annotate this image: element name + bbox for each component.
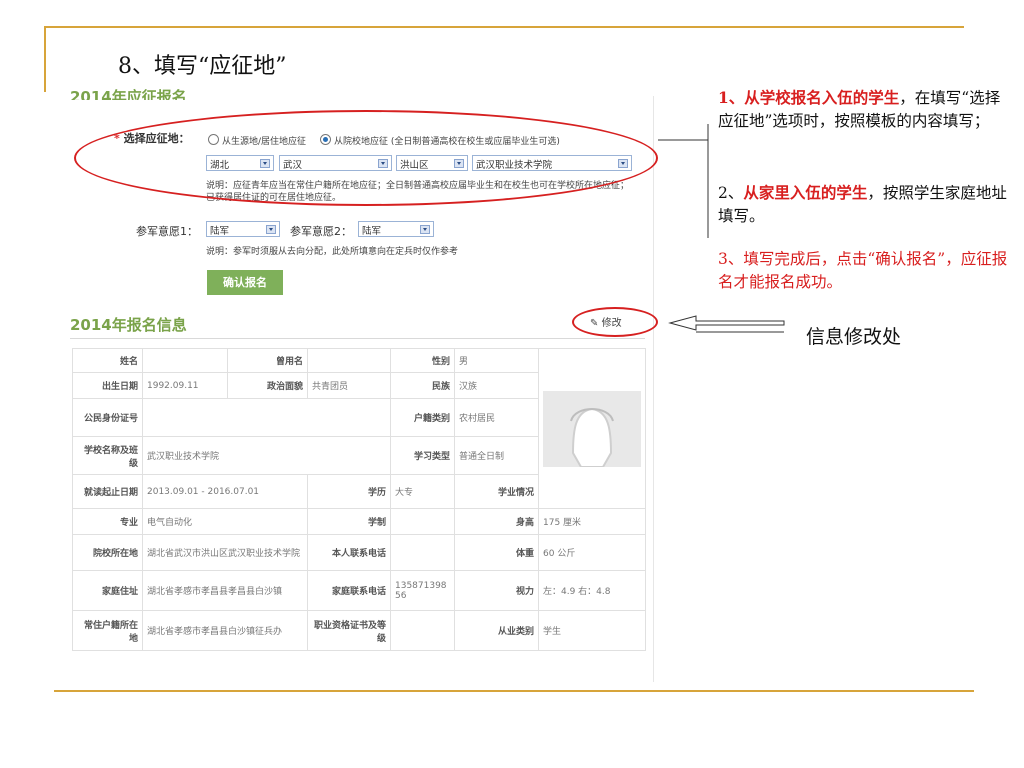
table-cell: 体重 [454, 534, 539, 571]
table-cell: 户籍类别 [390, 398, 455, 437]
avatar [543, 390, 641, 467]
table-cell: 就读起止日期 [72, 474, 143, 509]
table-cell: 大专 [390, 474, 455, 509]
table-cell: 汉族 [454, 372, 539, 399]
table-cell [390, 508, 455, 535]
table-row: 院校所在地 湖北省武汉市洪山区武汉职业技术学院 本人联系电话 体重 60 公斤 [72, 534, 646, 571]
table-cell: 学制 [307, 508, 391, 535]
table-cell [390, 610, 455, 651]
table-cell: 政治面貌 [227, 372, 308, 399]
info-section-heading: 2014年报名信息 [70, 316, 187, 334]
table-cell: 常住户籍所在地 [72, 610, 143, 651]
annotation-note-3: 3、填写完成后，点击“确认报名”，应征报名才能报名成功。 [718, 250, 1008, 291]
photo-cell [538, 348, 646, 509]
table-cell: 学生 [538, 610, 646, 651]
military-pref2-select[interactable]: 陆军 [358, 221, 434, 237]
table-cell: 左：4.9 右：4.8 [538, 570, 646, 611]
table-row: 家庭住址 湖北省孝感市孝昌县孝昌县白沙镇 家庭联系电话 13587139856 … [72, 570, 646, 611]
table-cell: 专业 [72, 508, 143, 535]
table-cell: 湖北省孝感市孝昌县孝昌县白沙镇 [142, 570, 308, 611]
table-cell: 13587139856 [390, 570, 455, 611]
bottom-divider [54, 690, 974, 692]
table-cell: 60 公斤 [538, 534, 646, 571]
table-cell: 出生日期 [72, 372, 143, 399]
table-cell: 职业资格证书及等级 [307, 610, 391, 651]
table-cell: 从业类别 [454, 610, 539, 651]
table-cell [142, 348, 228, 373]
table-cell: 性别 [390, 348, 455, 373]
table-cell: 姓名 [72, 348, 143, 373]
top-divider [44, 26, 964, 28]
military-pref1-select[interactable]: 陆军 [206, 221, 280, 237]
table-cell: 男 [454, 348, 539, 373]
slide-title: 8、填写“应征地” [118, 54, 287, 79]
table-cell: 共青团员 [307, 372, 391, 399]
table-cell: 视力 [454, 570, 539, 611]
table-cell: 家庭住址 [72, 570, 143, 611]
avatar-placeholder-icon [570, 407, 614, 467]
table-cell: 身高 [454, 508, 539, 535]
annotation-note-2: 2、从家里入伍的学生，按照学生家庭地址填写。 [718, 183, 1007, 225]
left-divider [44, 26, 46, 92]
table-cell: 学校名称及班级 [72, 436, 143, 475]
table-cell: 武汉职业技术学院 [142, 436, 391, 475]
table-cell [142, 398, 391, 437]
annotation-note-1: 1、从学校报名入伍的学生，在填写“选择应征地”选项时，按照模板的内容填写； [718, 88, 1001, 130]
connector-lines [658, 124, 709, 238]
table-cell: 学习类型 [390, 436, 455, 475]
military-note: 说明：参军时须服从去向分配，此处所填意向在定兵时仅作参考 [206, 247, 459, 257]
table-cell: 学业情况 [454, 474, 539, 509]
table-cell: 175 厘米 [538, 508, 646, 535]
registration-info-table: 姓名 曾用名 性别 男 出生日期 1992.09.11 政治面貌 共青团员 民族… [72, 348, 646, 651]
table-row: 姓名 曾用名 性别 男 [72, 348, 646, 509]
table-cell: 湖北省武汉市洪山区武汉职业技术学院 [142, 534, 308, 571]
table-cell: 普通全日制 [454, 436, 539, 475]
table-row: 专业 电气自动化 学制 身高 175 厘米 [72, 508, 646, 535]
table-cell: 2013.09.01 - 2016.07.01 [142, 474, 308, 509]
table-cell: 民族 [390, 372, 455, 399]
table-cell [307, 348, 391, 373]
table-cell: 本人联系电话 [307, 534, 391, 571]
table-cell: 湖北省孝感市孝昌县白沙镇征兵办 [142, 610, 308, 651]
annotation-edit-note: 信息修改处 [806, 326, 902, 348]
table-cell: 家庭联系电话 [307, 570, 391, 611]
table-cell: 院校所在地 [72, 534, 143, 571]
table-cell: 农村居民 [454, 398, 539, 437]
military-pref1-label: 参军意愿1： [136, 225, 198, 238]
table-cell: 电气自动化 [142, 508, 308, 535]
table-cell: 学历 [307, 474, 391, 509]
cut-section-heading: 2014年应征报名 [70, 88, 187, 100]
recruit-location-highlight [74, 110, 658, 206]
table-cell [390, 534, 455, 571]
table-cell: 公民身份证号 [72, 398, 143, 437]
military-pref2-label: 参军意愿2： [290, 225, 352, 238]
table-cell: 曾用名 [227, 348, 308, 373]
chevron-down-icon [420, 225, 430, 234]
table-cell: 1992.09.11 [142, 372, 228, 399]
chevron-down-icon [266, 225, 276, 234]
confirm-registration-button[interactable]: 确认报名 [207, 270, 283, 295]
pointer-arrow-icon [668, 315, 785, 333]
table-row: 常住户籍所在地 湖北省孝感市孝昌县白沙镇征兵办 职业资格证书及等级 从业类别 学… [72, 610, 646, 651]
heading-divider [70, 338, 645, 339]
edit-button-highlight [572, 307, 658, 337]
